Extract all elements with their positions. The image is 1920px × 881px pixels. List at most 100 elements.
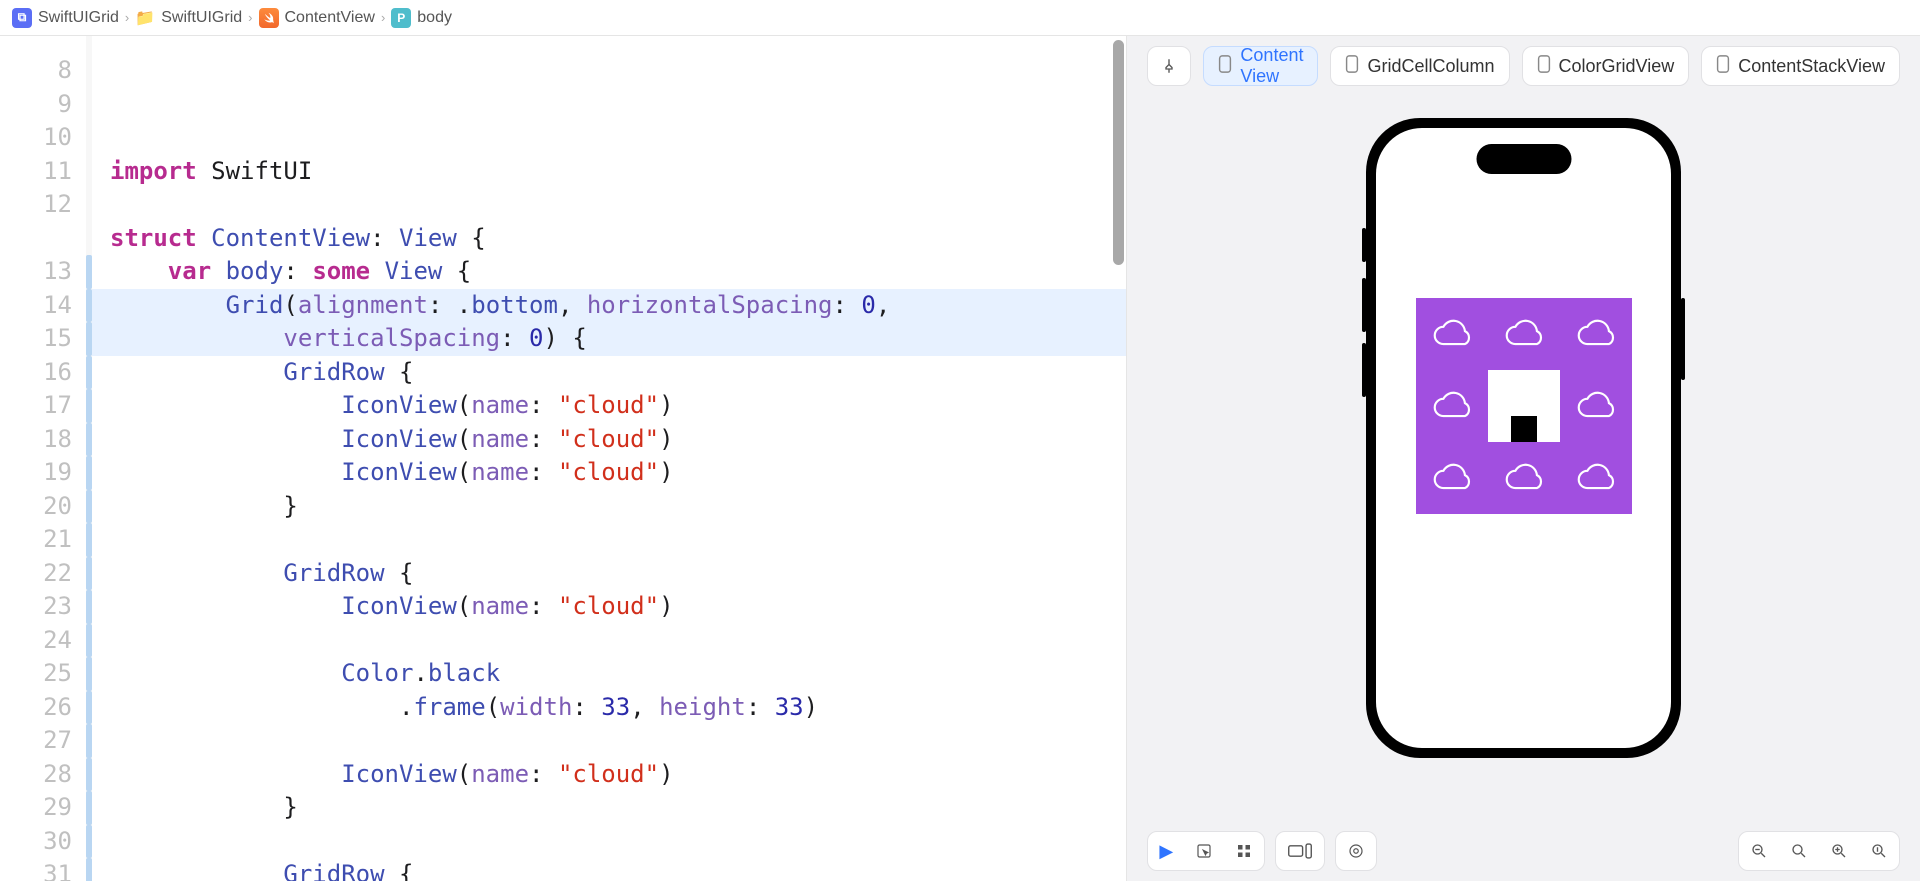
breadcrumb-item[interactable]: Pbody [391,8,452,28]
code-line[interactable]: .frame(width: 33, height: 33) [92,691,1126,725]
phone-side-button [1362,228,1366,262]
line-number: 18 [0,423,86,457]
code-line[interactable]: var body: some View { [92,255,1126,289]
phone-screen[interactable] [1376,128,1671,748]
pin-preview-button[interactable] [1147,46,1191,86]
cloud-icon [1501,461,1547,495]
code-line[interactable] [92,523,1126,557]
phone-icon [1345,55,1359,78]
preview-tab[interactable]: ContentStackView [1701,46,1900,86]
preview-tab-label: GridCellColumn [1367,56,1494,77]
device-settings-button[interactable] [1275,831,1325,871]
iphone-frame [1366,118,1681,758]
selectable-preview-button[interactable] [1184,832,1224,870]
line-number: 16 [0,356,86,390]
code-line[interactable]: IconView(name: "cloud") [92,456,1126,490]
chevron-right-icon: › [381,10,385,25]
phone-icon [1218,55,1232,78]
line-number: 27 [0,724,86,758]
breadcrumb-label: SwiftUIGrid [38,9,119,27]
zoom-fit-button[interactable] [1859,832,1899,870]
line-number: 29 [0,791,86,825]
code-line[interactable]: GridRow { [92,858,1126,881]
line-number: 10 [0,121,86,155]
code-line[interactable]: Color.black [92,657,1126,691]
code-line[interactable]: IconView(name: "cloud") [92,389,1126,423]
preview-tab[interactable]: ColorGridView [1522,46,1690,86]
code-line[interactable]: verticalSpacing: 0) { [92,322,1126,356]
preview-tab-label: Content View [1240,45,1303,87]
line-number: 11 [0,155,86,189]
line-number: 31 [0,858,86,881]
breadcrumb-item[interactable]: 📁 SwiftUIGrid [135,8,242,28]
preview-tab[interactable]: GridCellColumn [1330,46,1509,86]
line-number: 24 [0,624,86,658]
line-number: 21 [0,523,86,557]
cloud-icon [1573,461,1619,495]
code-line[interactable] [92,825,1126,859]
preview-tab-label: ContentStackView [1738,56,1885,77]
code-line[interactable]: Grid(alignment: .bottom, horizontalSpaci… [92,289,1126,323]
line-number: 14 [0,289,86,323]
live-preview-button[interactable]: ▶ [1148,832,1184,870]
zoom-out-full-button[interactable] [1739,832,1779,870]
preview-settings-button[interactable] [1335,831,1377,871]
cloud-icon [1573,389,1619,423]
cloud-icon [1501,317,1547,351]
preview-toolbar: ▶ [1127,821,1920,881]
cloud-icon [1429,389,1475,423]
phone-side-button [1362,343,1366,397]
line-number-gutter: 8910111213141516171819202122232425262728… [0,36,86,881]
phone-icon [1716,55,1730,78]
code-area[interactable]: import SwiftUI struct ContentView: View {… [92,36,1126,881]
preview-tab-label: ColorGridView [1559,56,1675,77]
line-number: 13 [0,255,86,289]
cloud-icon [1429,317,1475,351]
code-line[interactable]: } [92,791,1126,825]
preview-tabbar: Content View GridCellColumn ColorGridView C… [1127,36,1920,96]
chevron-right-icon: › [125,10,129,25]
code-line[interactable]: IconView(name: "cloud") [92,423,1126,457]
dynamic-island [1476,144,1571,174]
line-number: 19 [0,456,86,490]
black-square [1511,416,1537,442]
line-number: 12 [0,188,86,222]
swift-file-icon [259,8,279,28]
code-line[interactable]: } [92,490,1126,524]
property-icon: P [391,8,411,28]
line-number: 15 [0,322,86,356]
pin-icon [1160,57,1178,75]
code-line[interactable]: IconView(name: "cloud") [92,590,1126,624]
code-line[interactable]: import SwiftUI [92,155,1126,189]
code-editor[interactable]: 8910111213141516171819202122232425262728… [0,36,1127,881]
code-line[interactable] [92,624,1126,658]
cloud-icon [1573,317,1619,351]
breadcrumb-label: body [417,9,452,27]
folder-icon: 📁 [135,8,155,28]
line-number [0,222,86,256]
code-line[interactable]: GridRow { [92,356,1126,390]
phone-side-button [1681,298,1685,380]
line-number: 23 [0,590,86,624]
zoom-out-button[interactable] [1779,832,1819,870]
code-line[interactable]: struct ContentView: View { [92,222,1126,256]
line-number: 22 [0,557,86,591]
preview-tab[interactable]: Content View [1203,46,1318,86]
preview-pane: Content View GridCellColumn ColorGridView C… [1127,36,1920,881]
line-number: 8 [0,54,86,88]
breadcrumb-label: SwiftUIGrid [161,9,242,27]
zoom-in-button[interactable] [1819,832,1859,870]
breadcrumb-item[interactable]: ⧉SwiftUIGrid [12,8,119,28]
code-line[interactable] [92,724,1126,758]
phone-icon [1537,55,1551,78]
code-line[interactable]: IconView(name: "cloud") [92,758,1126,792]
code-line[interactable] [92,188,1126,222]
breadcrumb-item[interactable]: ContentView [259,8,375,28]
grid-center-cell [1488,370,1560,442]
variant-preview-button[interactable] [1224,832,1264,870]
preview-controls-left: ▶ [1147,831,1265,871]
code-line[interactable]: GridRow { [92,557,1126,591]
line-number: 28 [0,758,86,792]
zoom-controls [1738,831,1900,871]
line-number: 30 [0,825,86,859]
